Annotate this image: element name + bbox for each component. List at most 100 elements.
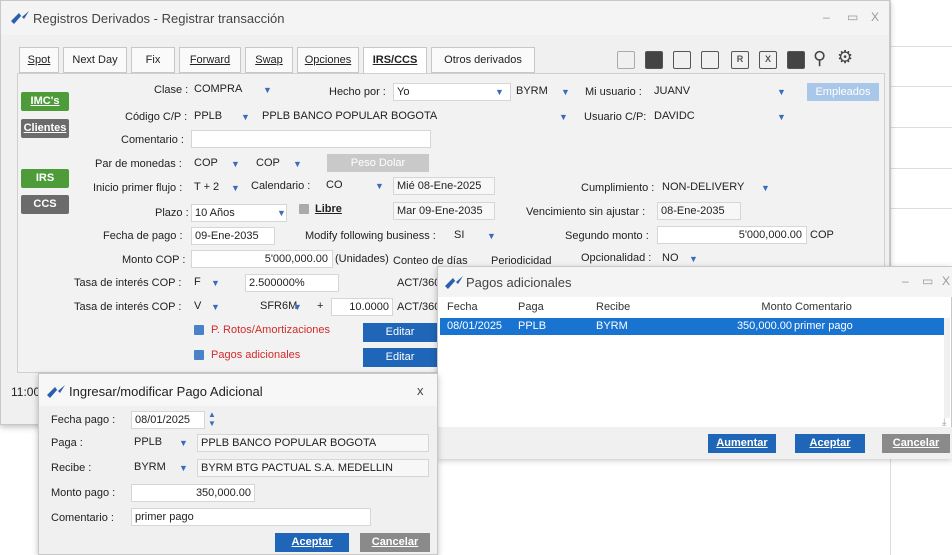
monto-pago-value: 350,000.00 bbox=[195, 487, 251, 499]
grid-document-icon[interactable] bbox=[701, 51, 719, 69]
chevron-down-icon[interactable]: ▼ bbox=[777, 87, 786, 97]
fecha-pago-dialog-input[interactable]: 08/01/2025 bbox=[131, 411, 205, 429]
close-icon[interactable]: x bbox=[417, 383, 424, 398]
tab-irs-ccs[interactable]: IRS/CCS bbox=[363, 47, 427, 73]
button-label: IMC's bbox=[30, 95, 60, 107]
tasa2-sign: + bbox=[317, 300, 324, 312]
libre-checkbox[interactable] bbox=[299, 204, 309, 214]
comentario-input[interactable] bbox=[191, 130, 431, 148]
chevron-down-icon[interactable]: ▼ bbox=[211, 278, 220, 288]
empleados-button[interactable]: Empleados bbox=[807, 83, 879, 101]
chevron-down-icon[interactable]: ▼ bbox=[293, 159, 302, 169]
chevron-down-icon[interactable]: ▼ bbox=[179, 463, 188, 473]
app-logo-icon bbox=[445, 276, 463, 290]
chevron-down-icon[interactable]: ▼ bbox=[293, 302, 302, 312]
vertical-scrollbar[interactable] bbox=[944, 318, 950, 418]
peso-dolar-button[interactable]: Peso Dolar bbox=[327, 154, 429, 172]
tab-spot[interactable]: Spot bbox=[19, 47, 59, 73]
plazo-label: Plazo : bbox=[155, 207, 189, 219]
cumplimiento-value: NON-DELIVERY bbox=[662, 181, 745, 193]
clientes-button[interactable]: Clientes bbox=[21, 119, 69, 138]
imcs-button[interactable]: IMC's bbox=[21, 92, 69, 111]
tasa2-index-select[interactable]: SFR6M bbox=[257, 298, 311, 316]
spinner-icon[interactable]: ▲ ▼ bbox=[208, 410, 216, 428]
r-document-icon[interactable]: R bbox=[731, 51, 749, 69]
chevron-down-icon[interactable]: ▼ bbox=[495, 87, 504, 97]
monto-cop-input[interactable]: 5'000,000.00 bbox=[191, 250, 333, 268]
tasa1-value-input[interactable]: 2.500000% bbox=[245, 274, 339, 292]
chevron-down-icon[interactable]: ▼ bbox=[561, 87, 570, 97]
clase-label: Clase : bbox=[154, 84, 189, 96]
close-icon[interactable]: X bbox=[871, 10, 879, 24]
fecha-pago-input[interactable]: 09-Ene-2035 bbox=[191, 227, 275, 245]
tasa2-type-value: V bbox=[194, 300, 202, 312]
pagos-cancelar-button[interactable]: Cancelar bbox=[882, 434, 950, 453]
codigo-cp-name-value: PPLB BANCO POPULAR BOGOTA bbox=[262, 110, 438, 122]
ingresar-titlebar: Ingresar/modificar Pago Adicional x bbox=[39, 374, 437, 406]
paga-code-value: PPLB bbox=[134, 436, 163, 448]
edit-document-icon[interactable] bbox=[617, 51, 635, 69]
chevron-down-icon[interactable]: ▼ bbox=[487, 231, 496, 241]
chevron-down-icon[interactable]: ▼ bbox=[231, 183, 240, 193]
search-icon[interactable]: ⚲ bbox=[813, 48, 826, 69]
chevron-down-icon[interactable]: ▼ bbox=[777, 112, 786, 122]
chevron-down-icon[interactable]: ▼ bbox=[231, 159, 240, 169]
mi-usuario-select[interactable]: JUANV bbox=[651, 83, 791, 101]
table-row[interactable]: 08/01/2025 PPLB BYRM 350,000.00 primer p… bbox=[440, 318, 947, 335]
chevron-down-icon[interactable]: ▼ bbox=[241, 112, 250, 122]
chevron-down-icon[interactable]: ▼ bbox=[179, 438, 188, 448]
ingresar-cancelar-button[interactable]: Cancelar bbox=[360, 533, 430, 552]
button-label: Cancelar bbox=[371, 536, 419, 548]
pagos-header: Fecha Paga Recibe Monto Comentario bbox=[438, 298, 952, 318]
pagos-adicionales-checkbox[interactable] bbox=[194, 350, 204, 360]
ingresar-aceptar-button[interactable]: Aceptar bbox=[275, 533, 349, 552]
usuario-cp-select[interactable]: DAVIDC bbox=[651, 108, 791, 126]
minimize-icon[interactable]: – bbox=[823, 10, 830, 24]
download-icon[interactable] bbox=[787, 51, 805, 69]
codigo-cp-name[interactable]: PPLB BANCO POPULAR BOGOTA bbox=[259, 108, 569, 126]
tab-swap[interactable]: Swap bbox=[245, 47, 293, 73]
tasa2-spread-input[interactable]: 10.0000 bbox=[331, 298, 393, 316]
col-monto: Monto bbox=[761, 301, 792, 313]
comentario-dialog-input[interactable]: primer pago bbox=[131, 508, 371, 526]
tab-fix[interactable]: Fix bbox=[131, 47, 175, 73]
gear-icon[interactable]: ⚙ bbox=[837, 47, 853, 68]
editar-p-rotos-button[interactable]: Editar bbox=[363, 323, 437, 342]
chevron-down-icon[interactable]: ▼ bbox=[211, 302, 220, 312]
upload-icon[interactable] bbox=[645, 51, 663, 69]
close-icon[interactable]: X bbox=[942, 274, 950, 288]
irs-button[interactable]: IRS bbox=[21, 169, 69, 188]
ccs-button[interactable]: CCS bbox=[21, 195, 69, 214]
chevron-down-icon[interactable]: ▼ bbox=[761, 183, 770, 193]
chevron-down-icon[interactable]: ▼ bbox=[559, 112, 568, 122]
tasa2-label: Tasa de interés COP : bbox=[74, 301, 182, 313]
chevron-down-icon[interactable]: ▼ bbox=[689, 254, 698, 264]
segundo-monto-label: Segundo monto : bbox=[565, 230, 649, 242]
tab-next-day[interactable]: Next Day bbox=[63, 47, 127, 73]
cumplimiento-select[interactable]: NON-DELIVERY bbox=[659, 179, 769, 197]
calendario-date-value: Mié 08-Ene-2025 bbox=[397, 180, 482, 192]
row-recibe: BYRM bbox=[596, 320, 628, 332]
p-rotos-checkbox[interactable] bbox=[194, 325, 204, 335]
x-document-icon[interactable]: X bbox=[759, 51, 777, 69]
hecho-por-select[interactable]: Yo bbox=[393, 83, 511, 101]
editar-pagos-button[interactable]: Editar bbox=[363, 348, 437, 367]
button-label: Cancelar bbox=[892, 437, 940, 449]
segundo-monto-input[interactable]: 5'000,000.00 bbox=[657, 226, 807, 244]
minimize-icon[interactable]: – bbox=[902, 274, 909, 288]
aumentar-button[interactable]: Aumentar bbox=[708, 434, 776, 453]
maximize-icon[interactable]: ▭ bbox=[847, 10, 858, 24]
plazo-select[interactable]: 10 Años bbox=[191, 204, 287, 222]
list-document-icon[interactable] bbox=[673, 51, 691, 69]
tab-otros-derivados[interactable]: Otros derivados bbox=[431, 47, 535, 73]
tab-forward[interactable]: Forward bbox=[179, 47, 241, 73]
pagos-window: Pagos adicionales – ▭ X Fecha Paga Recib… bbox=[437, 266, 952, 459]
maximize-icon[interactable]: ▭ bbox=[922, 274, 933, 288]
monto-pago-input[interactable]: 350,000.00 bbox=[131, 484, 255, 502]
tab-opciones[interactable]: Opciones bbox=[297, 47, 359, 73]
monto-cop-value: 5'000,000.00 bbox=[264, 253, 328, 265]
chevron-down-icon[interactable]: ▼ bbox=[375, 181, 384, 191]
chevron-down-icon[interactable]: ▼ bbox=[277, 208, 286, 218]
chevron-down-icon[interactable]: ▼ bbox=[263, 85, 272, 95]
pagos-aceptar-button[interactable]: Aceptar bbox=[795, 434, 865, 453]
